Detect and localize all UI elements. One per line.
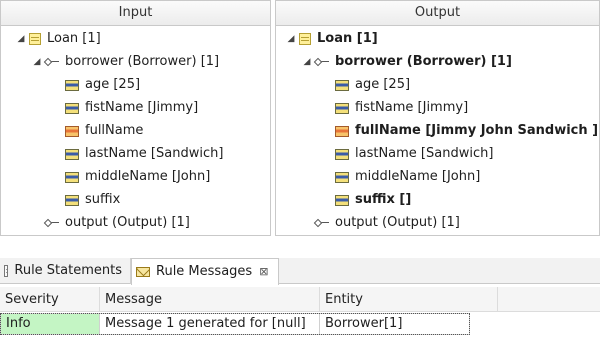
attribute-icon bbox=[65, 148, 79, 160]
severity-cell: Info bbox=[0, 313, 100, 335]
tree-item-label: age [25] bbox=[355, 77, 411, 92]
tree-item-suffix[interactable]: suffix bbox=[65, 189, 120, 211]
tree-item-lastname[interactable]: lastName [Sandwich] bbox=[65, 143, 223, 165]
tab-label: Rule Messages bbox=[156, 264, 253, 279]
tree-item-label: fistName [Jimmy] bbox=[355, 100, 469, 115]
tree-item-suffix[interactable]: suffix [] bbox=[335, 189, 411, 211]
tree-item-label: fullName bbox=[85, 123, 144, 138]
attribute-icon bbox=[335, 79, 349, 91]
tree-item-fistname[interactable]: fistName [Jimmy] bbox=[335, 97, 468, 119]
attribute-icon bbox=[65, 102, 79, 114]
class-icon bbox=[29, 33, 41, 45]
output-panel-title: Output bbox=[276, 1, 599, 26]
association-icon bbox=[315, 57, 329, 67]
class-icon bbox=[299, 33, 311, 45]
tree-item-label: output (Output) [1] bbox=[335, 215, 460, 230]
tree-item-label: borrower (Borrower) [1] bbox=[65, 54, 220, 69]
tree-item-label: borrower (Borrower) [1] bbox=[335, 54, 512, 69]
attribute-icon bbox=[65, 79, 79, 91]
tree-item-middlename[interactable]: middleName [John] bbox=[335, 166, 480, 188]
tree-item-lastname[interactable]: lastName [Sandwich] bbox=[335, 143, 493, 165]
tree-item-age[interactable]: age [25] bbox=[335, 74, 410, 96]
tree-item-label: fullName [Jimmy John Sandwich ] bbox=[355, 123, 599, 138]
tree-item-label: suffix [] bbox=[355, 192, 412, 207]
input-panel-title: Input bbox=[1, 1, 270, 26]
close-icon[interactable]: ⊠ bbox=[259, 260, 268, 284]
tree-item-loan[interactable]: ◢ Loan [1] bbox=[15, 28, 101, 50]
attribute-derived-icon bbox=[65, 125, 79, 137]
tab-label: Rule Statements bbox=[14, 263, 122, 278]
expand-toggle-icon[interactable]: ◢ bbox=[31, 51, 43, 73]
attribute-icon bbox=[335, 194, 349, 206]
association-icon bbox=[315, 218, 329, 228]
attribute-icon bbox=[65, 171, 79, 183]
rule-messages-icon bbox=[136, 267, 150, 277]
message-cell: Message 1 generated for [null] bbox=[100, 313, 320, 335]
tree-item-label: fistName [Jimmy] bbox=[85, 100, 199, 115]
tree-item-label: Loan [1] bbox=[317, 31, 378, 46]
attribute-icon bbox=[335, 171, 349, 183]
rule-statements-icon bbox=[4, 265, 9, 277]
association-icon bbox=[45, 57, 59, 67]
tree-item-fullname[interactable]: fullName bbox=[65, 120, 143, 142]
tree-item-label: lastName [Sandwich] bbox=[355, 146, 494, 161]
tree-item-loan[interactable]: ◢ Loan [1] bbox=[285, 28, 378, 50]
tree-item-output[interactable]: output (Output) [1] bbox=[315, 212, 460, 234]
view-tab-bar: Rule Statements Rule Messages ⊠ bbox=[0, 258, 600, 285]
output-panel: Output ◢ Loan [1] ◢ borrower (Borrower) … bbox=[275, 0, 600, 236]
tree-item-age[interactable]: age [25] bbox=[65, 74, 140, 96]
attribute-icon bbox=[335, 148, 349, 160]
tree-item-fistname[interactable]: fistName [Jimmy] bbox=[65, 97, 198, 119]
table-row[interactable]: Info Message 1 generated for [null] Borr… bbox=[0, 313, 470, 335]
input-panel: Input ◢ Loan [1] ◢ borrower (Borrower) [… bbox=[0, 0, 271, 236]
column-header-entity[interactable]: Entity bbox=[320, 287, 498, 312]
tree-item-middlename[interactable]: middleName [John] bbox=[65, 166, 210, 188]
attribute-icon bbox=[65, 194, 79, 206]
association-icon bbox=[45, 218, 59, 228]
tree-item-label: output (Output) [1] bbox=[65, 215, 190, 230]
messages-table-header: Severity Message Entity bbox=[0, 287, 600, 312]
attribute-derived-icon bbox=[335, 125, 349, 137]
tree-item-label: middleName [John] bbox=[355, 169, 481, 184]
expand-toggle-icon[interactable]: ◢ bbox=[285, 28, 297, 50]
tree-item-label: lastName [Sandwich] bbox=[85, 146, 224, 161]
entity-cell: Borrower[1] bbox=[320, 313, 470, 335]
tree-item-label: Loan [1] bbox=[47, 31, 101, 46]
tree-item-label: age [25] bbox=[85, 77, 141, 92]
tree-item-output[interactable]: output (Output) [1] bbox=[45, 212, 190, 234]
expand-toggle-icon[interactable]: ◢ bbox=[15, 28, 27, 50]
attribute-icon bbox=[335, 102, 349, 114]
tree-item-borrower[interactable]: ◢ borrower (Borrower) [1] bbox=[31, 51, 220, 73]
expand-toggle-icon[interactable]: ◢ bbox=[301, 51, 313, 73]
tab-rule-messages[interactable]: Rule Messages ⊠ bbox=[131, 258, 279, 285]
tab-rule-statements[interactable]: Rule Statements bbox=[0, 258, 131, 284]
tree-item-borrower[interactable]: ◢ borrower (Borrower) [1] bbox=[301, 51, 512, 73]
column-header-severity[interactable]: Severity bbox=[0, 287, 100, 312]
tree-item-fullname[interactable]: fullName [Jimmy John Sandwich ] bbox=[335, 120, 598, 142]
tree-item-label: suffix bbox=[85, 192, 121, 207]
tree-item-label: middleName [John] bbox=[85, 169, 211, 184]
column-header-message[interactable]: Message bbox=[100, 287, 320, 312]
